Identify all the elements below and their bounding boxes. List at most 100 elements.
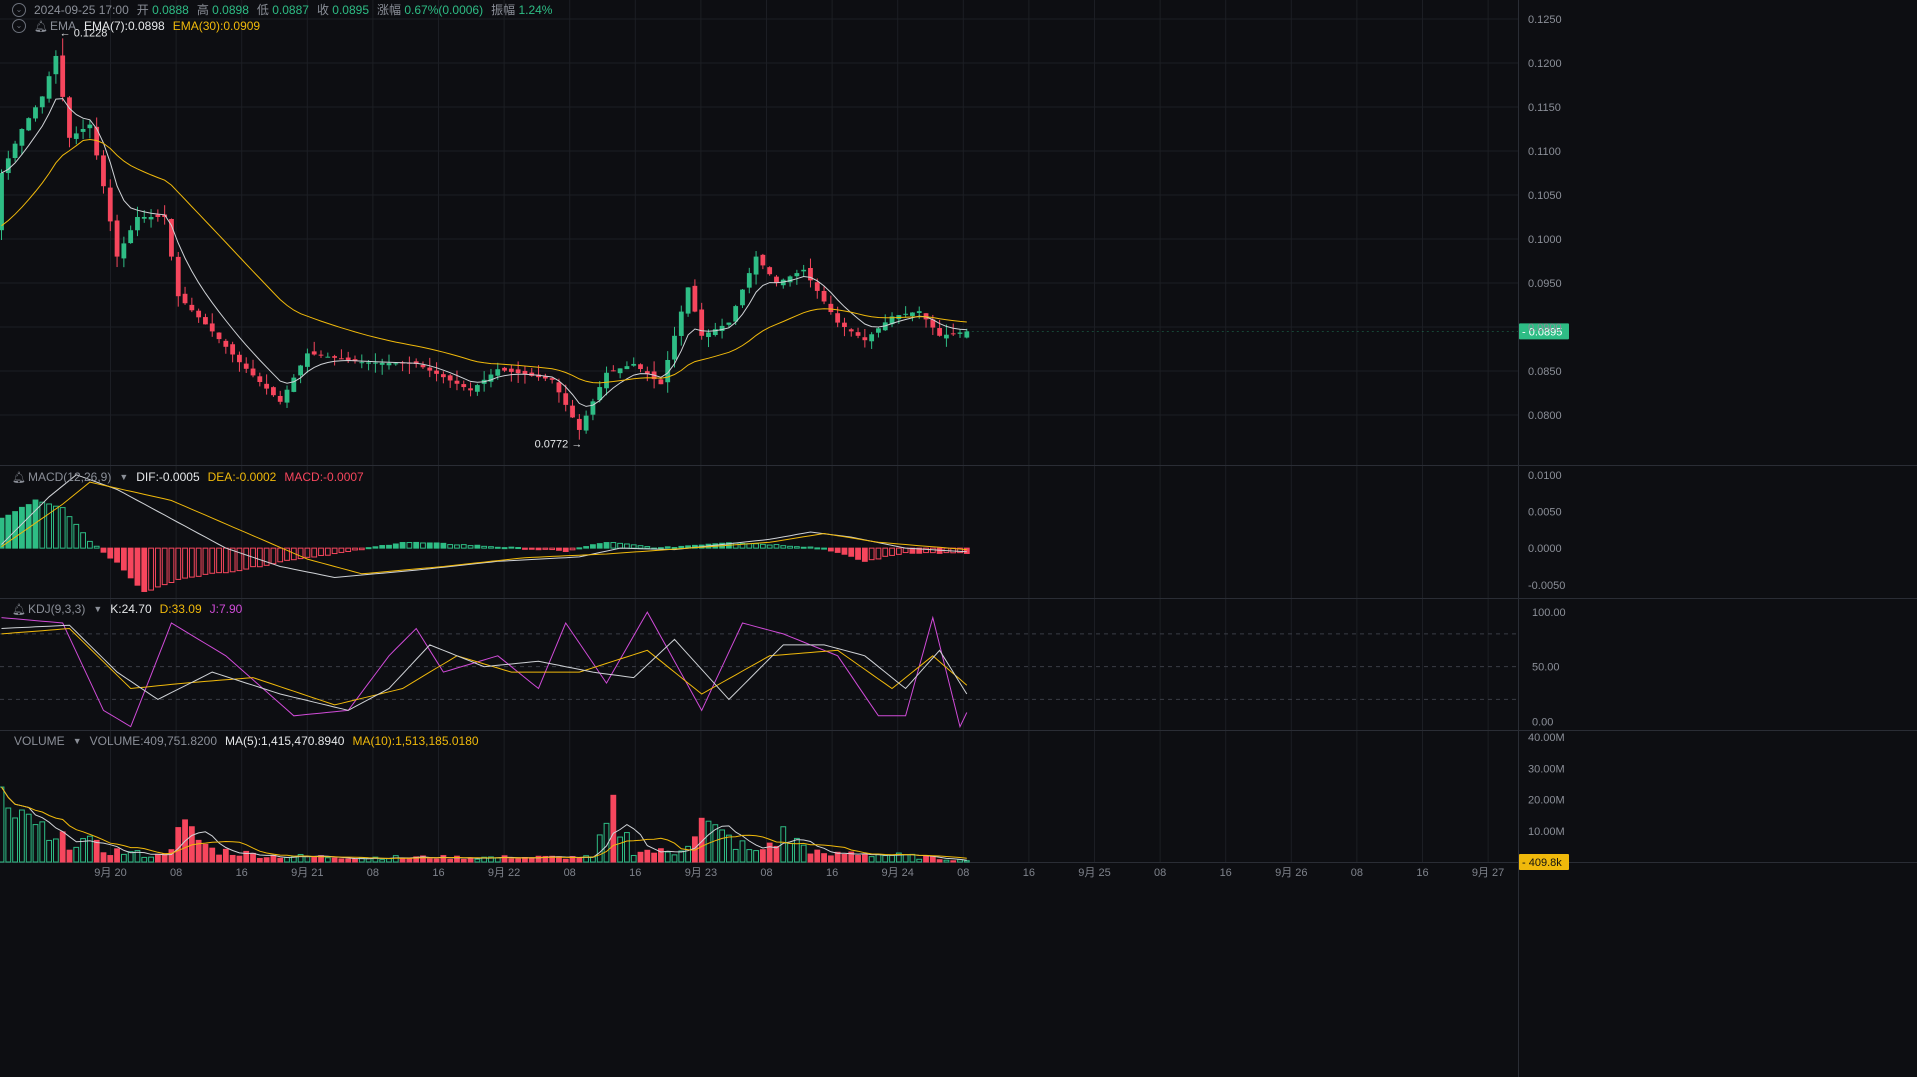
candle-body[interactable] <box>692 285 698 312</box>
candle-body[interactable] <box>706 332 711 338</box>
candle-body[interactable] <box>957 332 963 334</box>
candle-body[interactable] <box>148 217 154 220</box>
candle-body[interactable] <box>597 387 603 401</box>
macd-label[interactable]: MACD(12,26,9) <box>28 470 111 484</box>
candle-body[interactable] <box>196 310 202 318</box>
bell-icon[interactable]: 🔔︎ <box>12 471 26 484</box>
candle-body[interactable] <box>345 357 351 360</box>
candle-body[interactable] <box>624 366 630 370</box>
candle-body[interactable] <box>325 356 331 358</box>
kdj-label[interactable]: KDJ(9,3,3) <box>28 602 85 616</box>
candle-body[interactable] <box>767 267 773 275</box>
candle-body[interactable] <box>67 97 72 138</box>
candle-body[interactable] <box>12 143 18 159</box>
candle-body[interactable] <box>862 337 868 341</box>
candle-body[interactable] <box>121 243 127 259</box>
candle-body[interactable] <box>950 333 956 335</box>
candle-body[interactable] <box>318 354 324 356</box>
candle-body[interactable] <box>87 124 93 129</box>
candle-body[interactable] <box>876 328 881 333</box>
candle-body[interactable] <box>502 367 507 371</box>
candle-body[interactable] <box>107 187 113 222</box>
candle-body[interactable] <box>916 311 922 313</box>
candle-body[interactable] <box>39 96 45 108</box>
candle-body[interactable] <box>733 306 739 322</box>
candle-body[interactable] <box>678 311 684 336</box>
candle-body[interactable] <box>685 287 691 314</box>
candle-body[interactable] <box>855 332 861 336</box>
candle-body[interactable] <box>570 405 575 418</box>
candle-body[interactable] <box>230 344 236 355</box>
bell-icon[interactable]: 🔔︎ <box>12 603 26 616</box>
candle-body[interactable] <box>434 370 439 374</box>
candle-body[interactable] <box>339 358 344 360</box>
candle-body[interactable] <box>393 363 399 365</box>
collapse-icon[interactable]: ⌄ <box>12 2 26 17</box>
candle-body[interactable] <box>305 353 310 367</box>
candle-body[interactable] <box>495 369 501 376</box>
collapse-icon[interactable]: ⌄ <box>12 19 26 33</box>
bell-icon[interactable]: 🔔︎ <box>34 20 48 33</box>
candle-body[interactable] <box>814 282 820 291</box>
candle-body[interactable] <box>835 313 841 323</box>
candle-body[interactable] <box>746 273 752 288</box>
candle-body[interactable] <box>209 323 215 332</box>
candle-body[interactable] <box>271 387 276 396</box>
ema-label[interactable]: EMA <box>50 19 76 33</box>
volume-label[interactable]: VOLUME <box>14 734 65 748</box>
dropdown-caret-icon[interactable]: ▼ <box>73 736 82 746</box>
candle-body[interactable] <box>427 367 433 371</box>
candle-body[interactable] <box>964 331 970 338</box>
candle-body[interactable] <box>610 370 616 372</box>
candle-body[interactable] <box>114 220 120 257</box>
candle-body[interactable] <box>604 372 609 389</box>
candle-body[interactable] <box>386 363 392 366</box>
candle-body[interactable] <box>828 303 834 313</box>
candle-body[interactable] <box>658 379 664 385</box>
candle-body[interactable] <box>699 309 705 336</box>
candle-body[interactable] <box>332 356 338 358</box>
candle-body[interactable] <box>311 351 317 355</box>
candle-body[interactable] <box>379 362 385 365</box>
dropdown-caret-icon[interactable]: ▼ <box>93 604 102 614</box>
candle-body[interactable] <box>46 76 52 99</box>
candle-body[interactable] <box>19 129 25 146</box>
candle-body[interactable] <box>590 401 596 415</box>
candle-body[interactable] <box>155 214 161 217</box>
candle-body[interactable] <box>291 377 297 392</box>
candle-body[interactable] <box>440 374 446 378</box>
candle-body[interactable] <box>366 362 371 364</box>
candle-body[interactable] <box>576 418 582 430</box>
candle-body[interactable] <box>101 155 106 187</box>
candle-body[interactable] <box>5 158 11 174</box>
candle-body[interactable] <box>0 173 4 231</box>
candle-body[interactable] <box>60 55 66 97</box>
candle-body[interactable] <box>216 332 222 340</box>
candle-body[interactable] <box>937 328 943 336</box>
candle-body[interactable] <box>135 217 140 231</box>
candle-body[interactable] <box>461 384 467 388</box>
candle-body[interactable] <box>26 118 32 131</box>
candle-body[interactable] <box>298 365 304 376</box>
candle-body[interactable] <box>359 362 365 364</box>
candle-body[interactable] <box>454 380 460 384</box>
candle-body[interactable] <box>583 415 589 431</box>
candle-body[interactable] <box>468 388 473 391</box>
candle-body[interactable] <box>740 289 745 306</box>
candle-body[interactable] <box>420 364 426 368</box>
candle-body[interactable] <box>284 389 290 403</box>
candle-body[interactable] <box>869 334 875 342</box>
candle-body[interactable] <box>203 317 208 325</box>
candle-body[interactable] <box>631 363 637 366</box>
candle-body[interactable] <box>223 340 229 347</box>
candle-body[interactable] <box>556 382 562 393</box>
candle-body[interactable] <box>277 395 283 402</box>
candle-body[interactable] <box>128 230 134 244</box>
candle-body[interactable] <box>563 393 569 405</box>
candle-body[interactable] <box>189 304 195 311</box>
candle-body[interactable] <box>73 133 79 139</box>
candle-body[interactable] <box>903 313 909 315</box>
candle-body[interactable] <box>237 354 242 363</box>
candle-body[interactable] <box>257 376 263 382</box>
candle-body[interactable] <box>617 368 623 374</box>
